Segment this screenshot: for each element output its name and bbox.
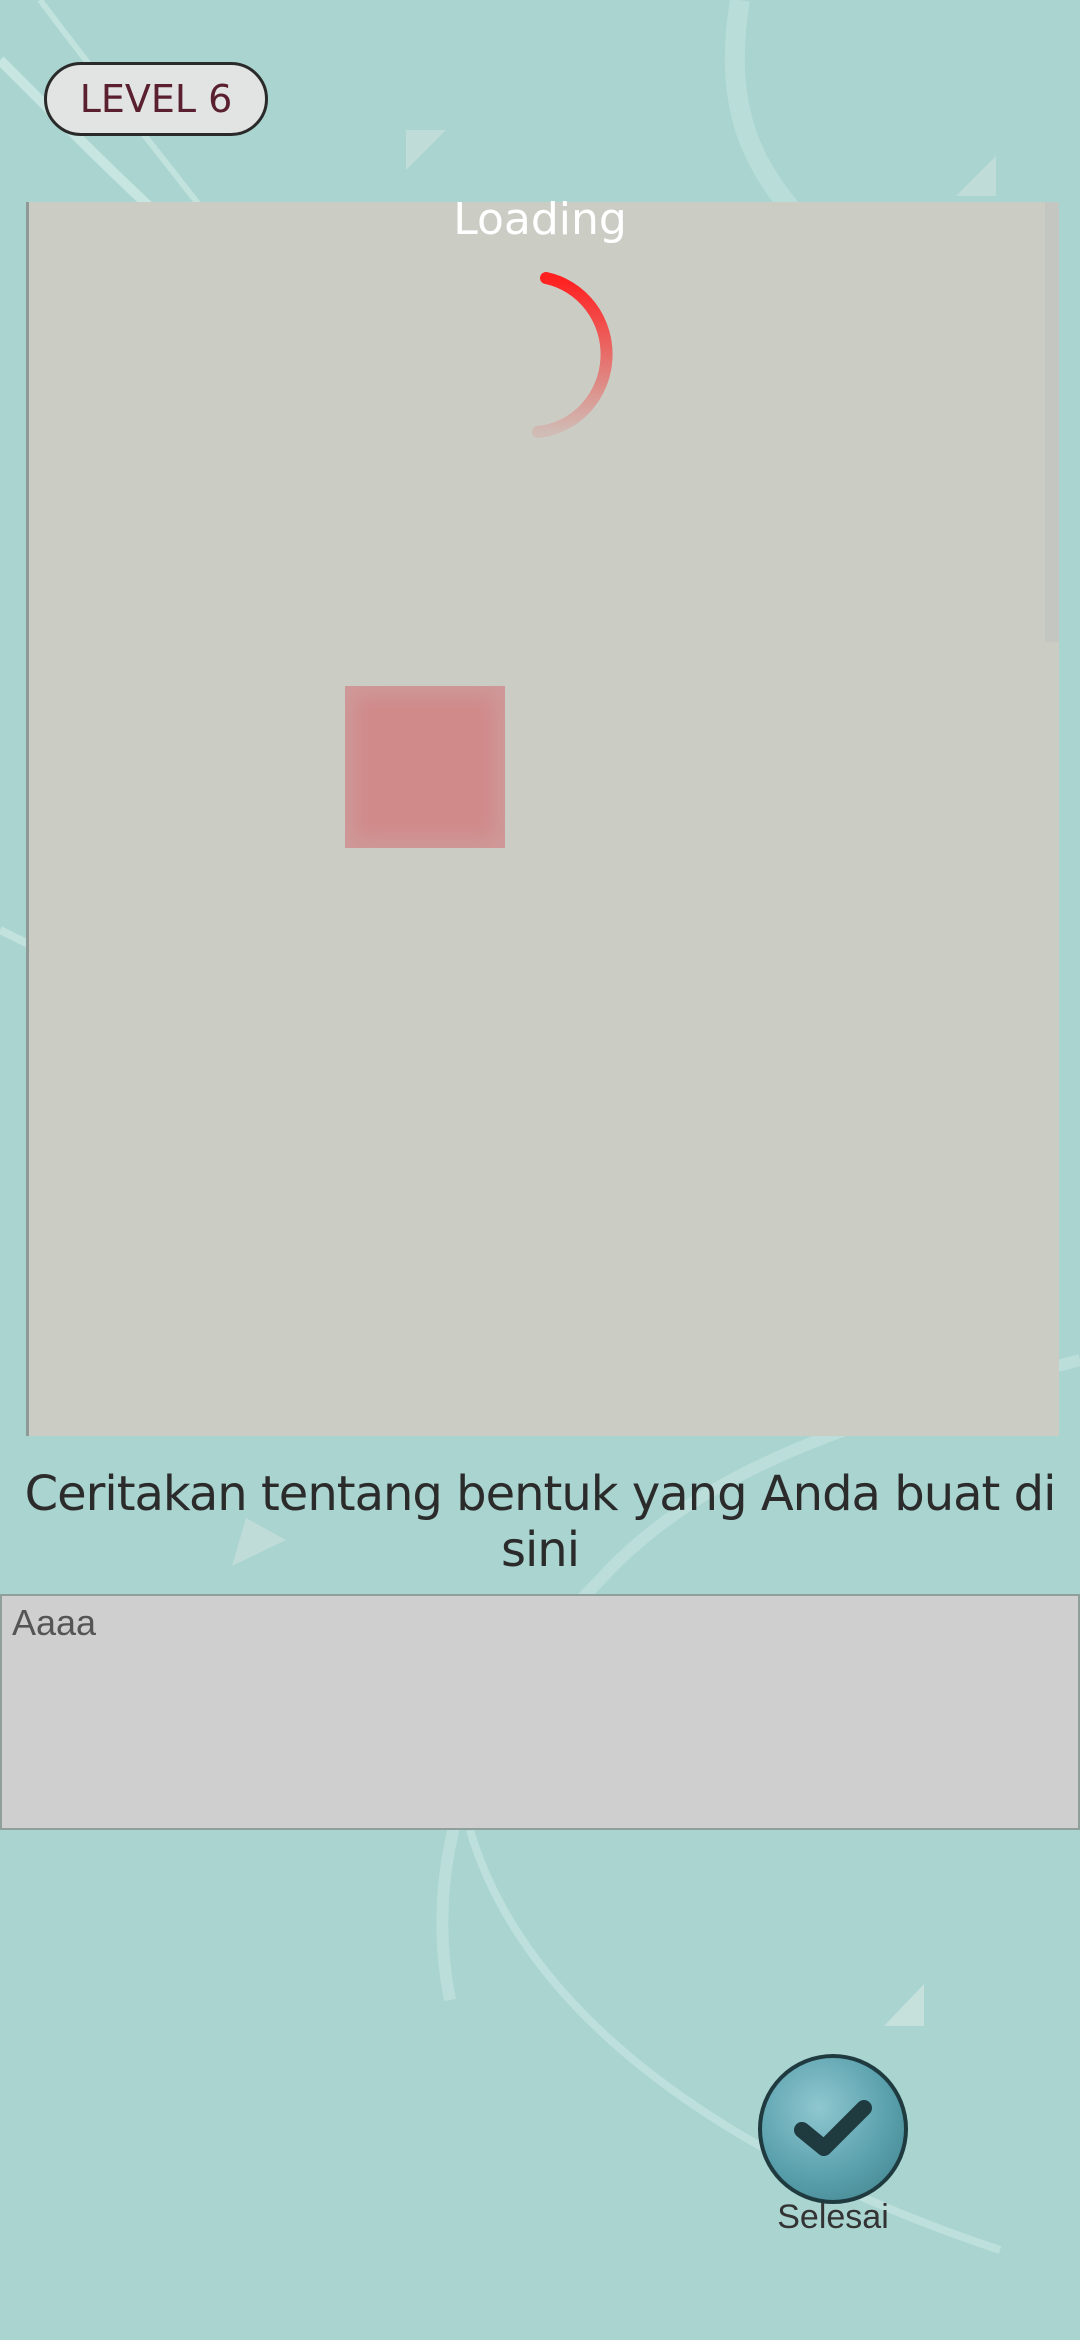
done-button[interactable] [758,2054,908,2204]
prompt-text: Ceritakan tentang bentuk yang Anda buat … [24,1466,1057,1578]
done-label: Selesai [777,2198,889,2236]
checkmark-icon [794,2100,872,2156]
loading-spinner-icon [532,272,613,438]
level-badge: LEVEL 6 [44,62,268,136]
level-label: LEVEL 6 [79,77,233,121]
loading-text: Loading [453,194,627,245]
answer-textarea[interactable]: Aaaa [0,1594,1080,1830]
drawn-shape-square[interactable] [345,686,505,848]
canvas-scrollbar[interactable] [1045,202,1059,642]
